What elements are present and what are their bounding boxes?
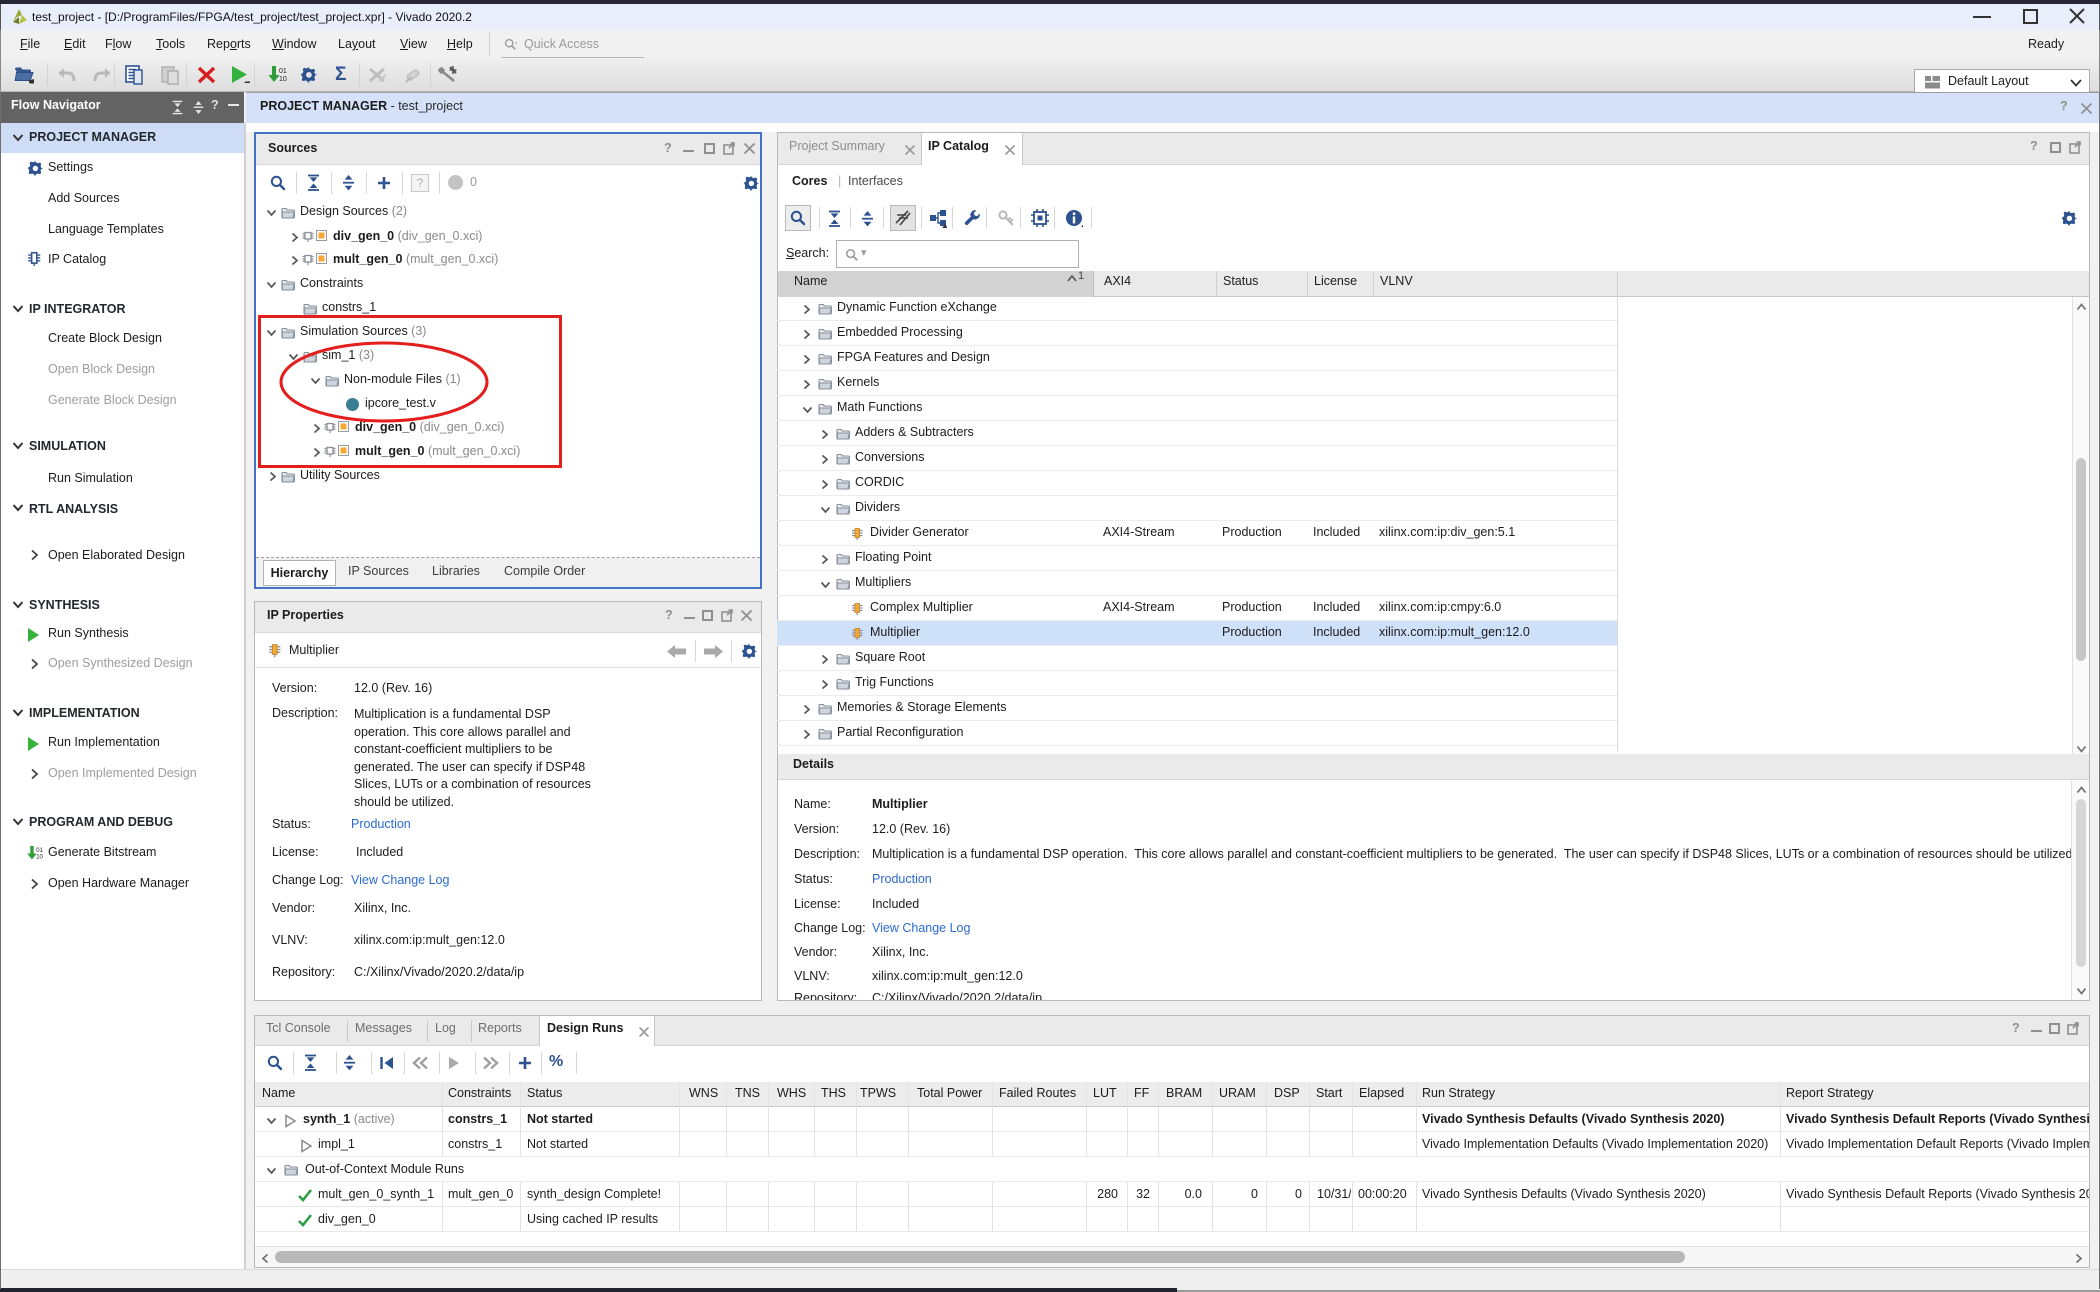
svg-text:01: 01 bbox=[36, 848, 43, 854]
svg-text:10: 10 bbox=[36, 855, 43, 861]
svg-text:01: 01 bbox=[279, 68, 287, 75]
svg-text:10: 10 bbox=[279, 76, 287, 83]
